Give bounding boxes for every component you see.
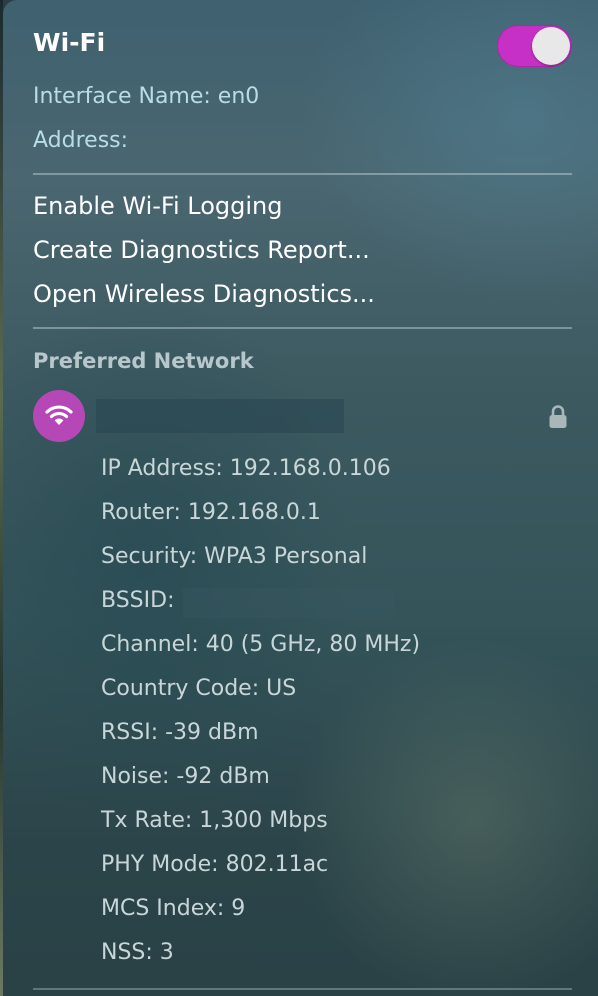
wifi-status-menu: Wi-Fi Interface Name: en0 Address: Enabl… xyxy=(3,0,598,996)
separator xyxy=(33,327,572,329)
nss-text: NSS: 3 xyxy=(101,940,174,965)
preferred-network-header: Preferred Network xyxy=(33,349,254,373)
wifi-header: Wi-Fi xyxy=(33,25,572,67)
network-name-redacted[interactable] xyxy=(96,399,344,433)
enable-wifi-logging-item[interactable]: Enable Wi-Fi Logging xyxy=(33,192,282,220)
lock-icon xyxy=(549,405,567,428)
noise-text: Noise: -92 dBm xyxy=(101,764,270,789)
phy-mode-text: PHY Mode: 802.11ac xyxy=(101,852,329,877)
address-text: Address: xyxy=(33,128,129,153)
separator xyxy=(33,988,572,990)
wifi-title: Wi-Fi xyxy=(33,28,106,57)
country-code-text: Country Code: US xyxy=(101,676,297,701)
mcs-index-text: MCS Index: 9 xyxy=(101,896,246,921)
interface-name-text: Interface Name: en0 xyxy=(33,84,260,109)
tx-rate-text: Tx Rate: 1,300 Mbps xyxy=(101,808,328,833)
ip-address-text: IP Address: 192.168.0.106 xyxy=(101,456,391,481)
create-diagnostics-report-item[interactable]: Create Diagnostics Report... xyxy=(33,236,370,264)
toggle-knob xyxy=(532,27,570,65)
open-wireless-diagnostics-item[interactable]: Open Wireless Diagnostics... xyxy=(33,280,375,308)
bssid-value-redacted xyxy=(183,588,395,618)
preferred-network-row[interactable] xyxy=(33,390,85,442)
channel-text: Channel: 40 (5 GHz, 80 MHz) xyxy=(101,632,421,657)
router-text: Router: 192.168.0.1 xyxy=(101,500,321,525)
security-text: Security: WPA3 Personal xyxy=(101,544,368,569)
separator xyxy=(33,173,572,175)
bssid-text: BSSID: xyxy=(101,588,175,613)
wifi-icon xyxy=(45,405,73,425)
wifi-toggle[interactable] xyxy=(497,25,572,67)
rssi-text: RSSI: -39 dBm xyxy=(101,720,259,745)
